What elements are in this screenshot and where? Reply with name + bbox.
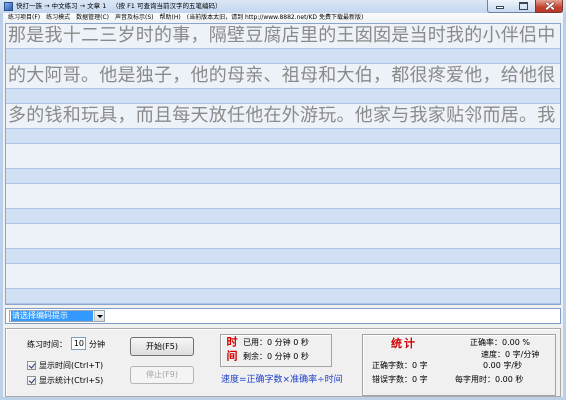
menu-help[interactable]: 帮助(H) xyxy=(157,13,184,23)
menu-practice-mode[interactable]: 练习模式 xyxy=(43,13,73,23)
time-remaining-seconds: 0 xyxy=(293,352,299,361)
show-stats-label[interactable]: 显示统计(Ctrl+S) xyxy=(39,375,103,386)
error-chars-unit: 字 xyxy=(419,375,428,384)
speed-per-second-stat: 0.00 字/秒 xyxy=(483,360,522,371)
encoding-hint-value: 请选择编码提示 xyxy=(11,311,93,321)
time-used-seconds: 0 xyxy=(293,338,299,347)
time-used-minute-unit: 分钟 xyxy=(274,338,291,347)
menu-bar: 练习项目(F) 练习模式 数据管理(C) 声音及标示(S) 帮助(H) (当前版… xyxy=(3,13,563,23)
source-line: 多的钱和玩具，而且每天放任他在外游玩。他家与我家贴邻而居。我 xyxy=(6,104,560,128)
close-icon xyxy=(545,2,555,10)
start-button[interactable]: 开始(F5) xyxy=(130,337,194,356)
source-line xyxy=(6,264,560,288)
menu-practice-items[interactable]: 练习项目(F) xyxy=(5,13,43,23)
window-hint: （按 F1 可查询当前汉字的五笔编码） xyxy=(112,2,222,10)
time-remaining-minute-unit: 分钟 xyxy=(274,352,291,361)
error-chars-label: 错误字数： xyxy=(372,375,412,384)
chevron-down-icon[interactable] xyxy=(94,311,104,321)
time-used-second-unit: 秒 xyxy=(300,338,309,347)
typing-line[interactable] xyxy=(6,208,560,224)
stats-title: 统计 xyxy=(391,337,417,350)
source-line: 的大阿哥。他是独子，他的母亲、祖母和大伯，都很疼爱他，给他很 xyxy=(6,64,560,88)
close-button[interactable] xyxy=(535,0,563,13)
update-notice: (当前版本太旧，请到 http://www.8882.net/KD 免费下载最新… xyxy=(186,14,364,21)
correct-chars-value: 0 xyxy=(412,361,418,370)
source-line xyxy=(6,144,560,168)
time-remaining-minutes: 0 xyxy=(267,352,273,361)
per-char-time-unit: 秒 xyxy=(515,375,524,384)
typing-line[interactable] xyxy=(6,168,560,184)
app-icon[interactable] xyxy=(4,2,13,11)
source-line xyxy=(6,184,560,208)
practice-time-unit: 分钟 xyxy=(89,340,105,349)
source-line: 那是我十二三岁时的事，隔壁豆腐店里的王囡囡是当时我的小伴侣中 xyxy=(6,24,560,48)
correct-chars-stat: 正确字数：0 字 xyxy=(372,360,428,371)
typing-line[interactable] xyxy=(6,88,560,104)
accuracy-stat: 正确率：0.00 % xyxy=(470,337,530,348)
window-title: 快打一族 → 中文练习 → 文章 1 xyxy=(16,2,107,10)
show-time-label[interactable]: 显示时间(Ctrl+T) xyxy=(39,360,103,371)
typing-line[interactable] xyxy=(6,48,560,64)
speed-per-second-value: 0.00 xyxy=(483,361,501,370)
maximize-button[interactable] xyxy=(511,0,536,13)
speed-per-minute-unit: 字/分钟 xyxy=(512,350,540,359)
show-time-checkbox[interactable] xyxy=(27,361,36,370)
practice-time-input[interactable]: 10 xyxy=(71,337,86,350)
time-used-minutes: 0 xyxy=(267,338,273,347)
per-char-time-value: 0.00 xyxy=(495,375,513,384)
per-char-time-stat: 每字用时：0.00 秒 xyxy=(455,374,523,385)
source-line xyxy=(6,224,560,248)
accuracy-value: 0.00 xyxy=(502,338,520,347)
per-char-time-label: 每字用时： xyxy=(455,375,495,384)
error-chars-value: 0 xyxy=(412,375,418,384)
correct-chars-label: 正确字数： xyxy=(372,361,412,370)
time-remaining-label: 剩余： xyxy=(243,352,267,361)
timer-title: 时间 xyxy=(225,336,238,364)
time-used-label: 已用： xyxy=(243,338,267,347)
speed-per-minute-stat: 速度：0 字/分钟 xyxy=(481,349,539,360)
menu-data-management[interactable]: 数据管理(C) xyxy=(73,13,112,23)
accuracy-unit: % xyxy=(522,338,530,347)
menu-sound[interactable]: 声音及标示(S) xyxy=(112,13,157,23)
typing-line[interactable] xyxy=(6,128,560,144)
speed-label: 速度： xyxy=(481,350,505,359)
error-chars-stat: 错误字数：0 字 xyxy=(372,374,428,385)
stop-button[interactable]: 停止(F9) xyxy=(130,366,194,384)
speed-formula: 速度=正确字数×准确率÷时间 xyxy=(221,375,343,385)
minimize-icon xyxy=(496,6,504,9)
encoding-hint-select[interactable]: 请选择编码提示 xyxy=(9,310,105,322)
typing-line[interactable] xyxy=(6,288,560,304)
accuracy-label: 正确率： xyxy=(470,338,502,347)
practice-area: 那是我十二三岁时的事，隔壁豆腐店里的王囡囡是当时我的小伴侣中 的大阿哥。他是独子… xyxy=(5,23,561,305)
time-remaining-second-unit: 秒 xyxy=(300,352,309,361)
speed-per-second-unit: 字/秒 xyxy=(503,361,523,370)
practice-time-label: 练习时间： xyxy=(27,340,67,349)
show-stats-checkbox[interactable] xyxy=(27,376,36,385)
speed-per-minute-value: 0 xyxy=(505,350,511,359)
time-remaining: 剩余：0 分钟 0 秒 xyxy=(243,351,309,362)
encoding-hint-bar[interactable]: 请选择编码提示 xyxy=(5,308,561,324)
time-used: 已用：0 分钟 0 秒 xyxy=(243,337,309,348)
maximize-icon xyxy=(519,2,528,10)
minimize-button[interactable] xyxy=(487,0,512,13)
correct-chars-unit: 字 xyxy=(419,361,428,370)
typing-line[interactable] xyxy=(6,248,560,264)
